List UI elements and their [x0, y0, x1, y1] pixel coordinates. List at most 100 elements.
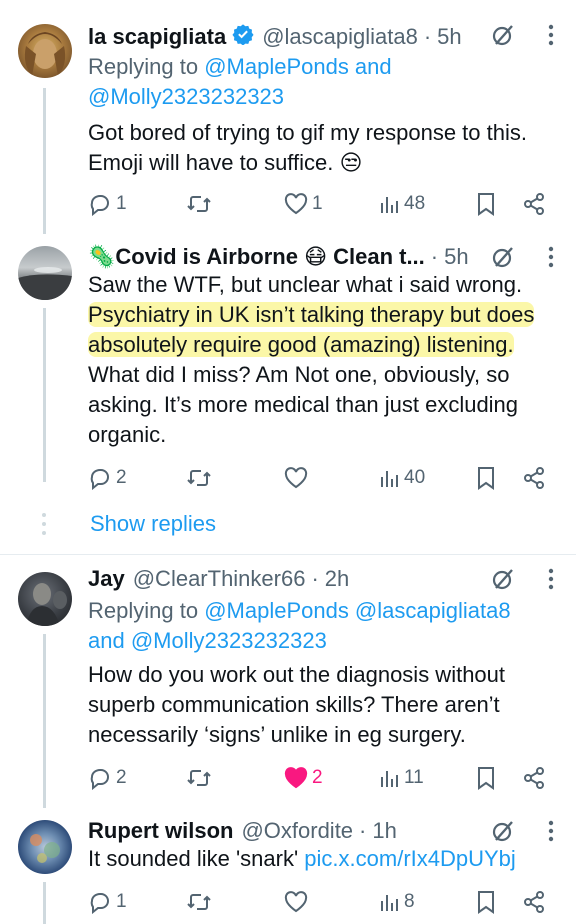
views-button[interactable]: 11	[378, 762, 424, 794]
bookmark-icon	[478, 891, 494, 914]
more-options-icon[interactable]	[548, 246, 554, 273]
replying-to-label: Replying to	[88, 598, 205, 623]
mention-connector: and	[88, 628, 131, 653]
heart-icon	[284, 467, 308, 489]
views-icon	[381, 895, 398, 911]
tweet-text-line: superb communication skills? There aren’…	[88, 692, 500, 717]
reply-button[interactable]: 1	[88, 188, 127, 220]
share-button[interactable]	[522, 886, 546, 918]
tweet-actions: 2 2 11	[88, 762, 554, 794]
like-button[interactable]	[284, 886, 312, 918]
tweet-text: How do you work out the diagnosis withou…	[88, 660, 548, 750]
like-button[interactable]: 1	[284, 188, 323, 220]
show-replies-link[interactable]: Show replies	[90, 511, 216, 537]
avatar[interactable]	[18, 820, 72, 874]
tweet-header: Jay @ClearThinker66 · 2h	[88, 562, 349, 596]
tweet-text-line: organic.	[88, 422, 167, 447]
repost-button[interactable]	[186, 886, 216, 918]
tweet-2[interactable]: 🦠Covid is Airborne 😷 Clean t... · 5h Saw…	[0, 228, 576, 550]
bookmark-button[interactable]	[476, 886, 496, 918]
reply-count: 2	[116, 467, 127, 488]
mention-link[interactable]: @Molly2323232323	[131, 628, 327, 653]
view-count: 8	[404, 891, 415, 912]
avatar[interactable]	[18, 246, 72, 300]
bookmark-button[interactable]	[476, 188, 496, 220]
media-link[interactable]: pic.x.com/rIx4DpUYbj	[304, 846, 516, 871]
bookmark-button[interactable]	[476, 462, 496, 494]
tweet-text-line: What did I miss? Am Not one, obviously, …	[88, 362, 510, 387]
mention-link[interactable]: @Molly2323232323	[88, 84, 284, 109]
display-name[interactable]: Rupert wilson	[88, 818, 233, 844]
like-button[interactable]: 2	[284, 762, 323, 794]
mention-link[interactable]: @MaplePonds and	[204, 54, 391, 79]
avatar[interactable]	[18, 572, 72, 626]
views-icon	[381, 471, 398, 487]
user-handle[interactable]: @ClearThinker66	[133, 566, 306, 592]
share-icon	[524, 467, 544, 489]
user-handle[interactable]: @lascapigliata8	[262, 24, 418, 50]
grok-icon[interactable]	[490, 22, 516, 53]
tweet-4[interactable]: Rupert wilson @Oxfordite · 1h It sounded…	[0, 802, 576, 924]
thread-line	[43, 634, 46, 804]
mention-link[interactable]: @MaplePonds @lascapigliata8	[204, 598, 510, 623]
bookmark-button[interactable]	[476, 762, 496, 794]
reply-button[interactable]: 1	[88, 886, 127, 918]
thread-line	[43, 88, 46, 228]
display-name[interactable]: 🦠Covid is Airborne 😷 Clean t...	[88, 244, 425, 270]
thread-dots-icon	[42, 513, 46, 535]
separator-dot: ·	[359, 818, 367, 843]
repost-button[interactable]	[186, 462, 216, 494]
reply-context: Replying to @MaplePonds @lascapigliata8 …	[88, 596, 548, 656]
avatar[interactable]	[18, 24, 72, 78]
tweet-text-line: Got bored of trying to gif my response t…	[88, 120, 527, 145]
avatar-image	[30, 834, 60, 863]
timestamp[interactable]: 2h	[325, 566, 349, 592]
reply-count: 1	[116, 193, 127, 214]
separator-dot: ·	[311, 566, 319, 591]
more-options-icon[interactable]	[548, 24, 554, 51]
separator-dot: ·	[430, 244, 439, 269]
tweet-text: It sounded like 'snark' pic.x.com/rIx4Dp…	[88, 844, 548, 874]
share-button[interactable]	[522, 462, 546, 494]
repost-button[interactable]	[186, 188, 216, 220]
views-button[interactable]: 8	[378, 886, 415, 918]
repost-button[interactable]	[186, 762, 216, 794]
tweet-actions: 2 40	[88, 462, 554, 494]
thread-line	[43, 802, 46, 808]
timestamp[interactable]: 5h	[437, 24, 461, 50]
repost-icon	[187, 470, 211, 486]
timestamp[interactable]: 1h	[372, 818, 396, 844]
tweet-text: Got bored of trying to gif my response t…	[88, 118, 548, 178]
reply-icon	[90, 195, 109, 216]
like-button[interactable]	[284, 462, 312, 494]
user-handle[interactable]: @Oxfordite	[241, 818, 353, 844]
grok-icon[interactable]	[490, 566, 516, 597]
verified-badge-icon	[232, 23, 254, 51]
timestamp[interactable]: 5h	[444, 244, 468, 270]
reply-button[interactable]: 2	[88, 762, 127, 794]
more-options-icon[interactable]	[548, 568, 554, 595]
separator-dot: ·	[423, 24, 432, 49]
share-icon	[524, 193, 544, 215]
highlighted-text: Psychiatry in UK isn’t talking therapy b…	[88, 302, 535, 327]
more-options-icon[interactable]	[548, 820, 554, 847]
views-button[interactable]: 48	[378, 188, 425, 220]
bookmark-icon	[478, 767, 494, 790]
share-icon	[524, 767, 544, 789]
tweet-text-line: necessarily ‘signs’ unlike in eg surgery…	[88, 722, 466, 747]
tweet-3[interactable]: Jay @ClearThinker66 · 2h Replying to @Ma…	[0, 562, 576, 804]
like-count: 1	[312, 193, 323, 214]
tweet-1[interactable]: la scapigliata @lascapigliata8 · 5h Repl…	[0, 18, 576, 228]
share-button[interactable]	[522, 188, 546, 220]
display-name[interactable]: Jay	[88, 566, 125, 592]
tweet-text-line: Saw the WTF, but unclear what i said wro…	[88, 272, 523, 297]
display-name[interactable]: la scapigliata	[88, 24, 226, 50]
share-button[interactable]	[522, 762, 546, 794]
like-count: 2	[312, 767, 323, 788]
views-icon	[381, 197, 398, 213]
divider	[0, 554, 576, 555]
tweet-header: 🦠Covid is Airborne 😷 Clean t... · 5h	[88, 240, 469, 274]
reply-button[interactable]: 2	[88, 462, 127, 494]
heart-filled-icon	[284, 767, 308, 789]
views-button[interactable]: 40	[378, 462, 425, 494]
